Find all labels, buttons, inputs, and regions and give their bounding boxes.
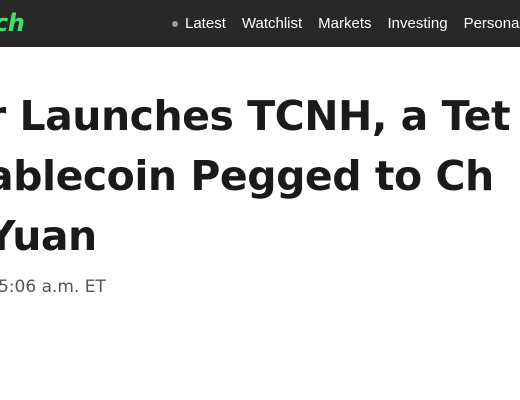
headline-line: r Launches TCNH, a Tet <box>0 92 511 140</box>
nav-link-personal[interactable]: Personal <box>464 15 520 32</box>
nav-link-markets[interactable]: Markets <box>318 15 371 32</box>
headline-line: Yuan <box>0 212 97 260</box>
site-logo[interactable]: ch <box>0 8 25 38</box>
headline-line: ablecoin Pegged to Ch <box>0 152 494 200</box>
nav-bullet-icon <box>172 20 178 27</box>
main-nav: Latest Watchlist Markets Investing Perso… <box>172 0 520 47</box>
article-timestamp: 5:06 a.m. ET <box>0 277 106 297</box>
nav-link-latest[interactable]: Latest <box>185 15 226 32</box>
nav-link-investing[interactable]: Investing <box>388 15 448 32</box>
nav-link-watchlist[interactable]: Watchlist <box>242 15 302 32</box>
top-navigation-bar: ch Latest Watchlist Markets Investing Pe… <box>0 0 520 47</box>
article-headline: r Launches TCNH, a Tet ablecoin Pegged t… <box>0 86 520 266</box>
